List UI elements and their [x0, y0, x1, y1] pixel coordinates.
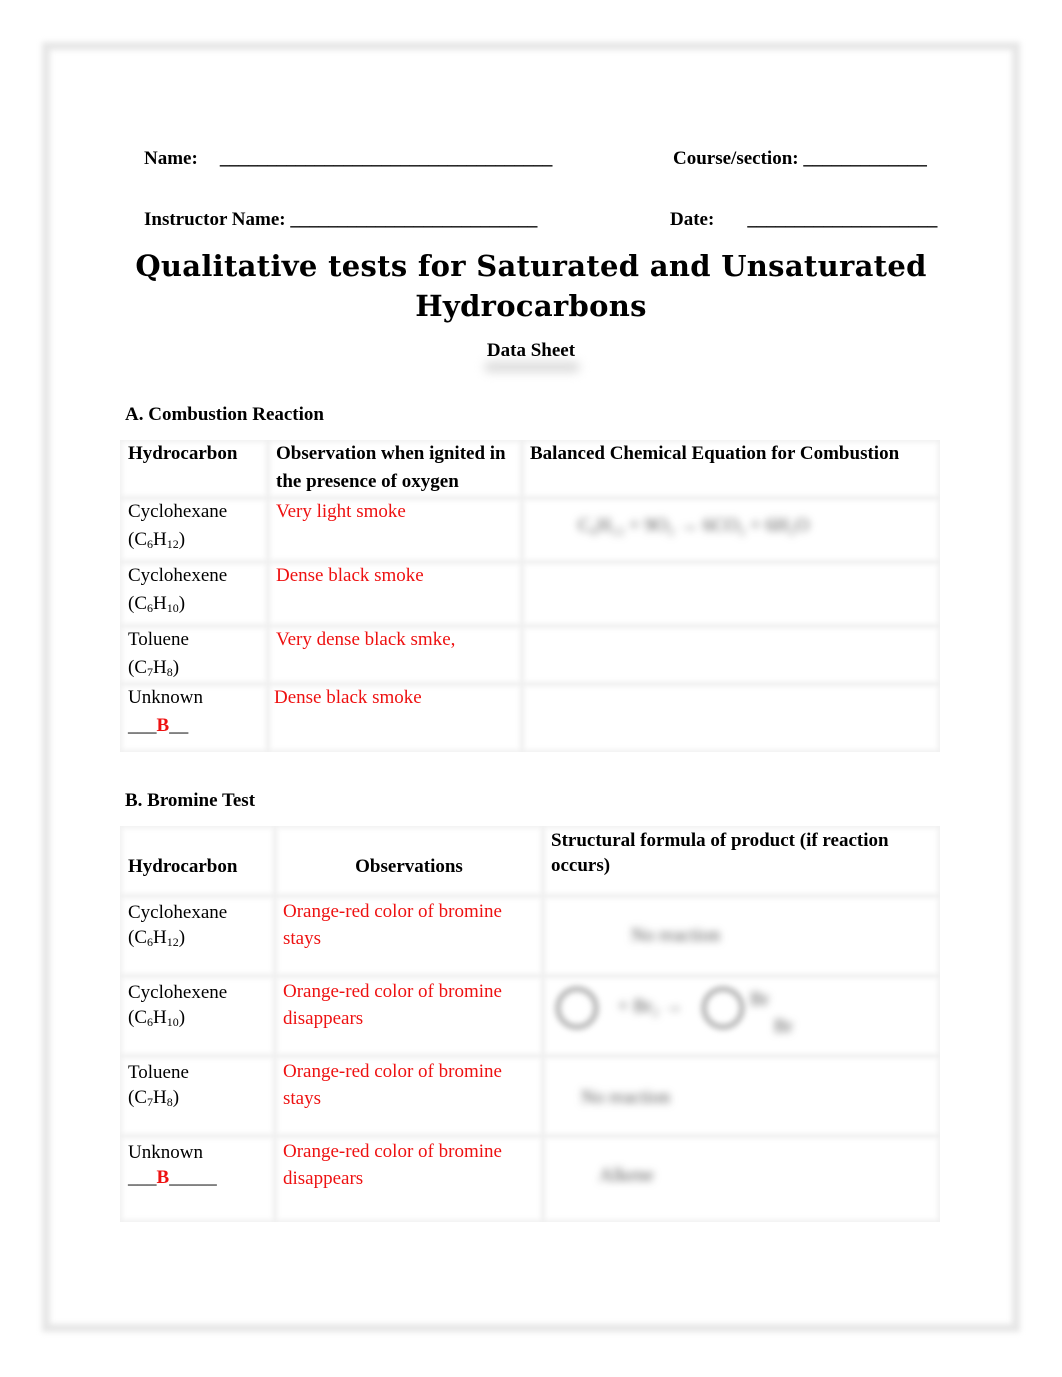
subtitle-shadow: [484, 362, 580, 372]
observation-cell[interactable]: Very dense black smke,: [268, 626, 522, 684]
hydrocarbon-name: Cyclohexene: [128, 565, 228, 586]
hydrocarbon-name: Cyclohexene: [128, 982, 228, 1003]
date-field[interactable]: Date: ____________________: [651, 187, 937, 253]
observation-cell[interactable]: Orange-red color of bromine disappears: [275, 976, 543, 1056]
equation-cell[interactable]: [522, 562, 940, 626]
observation-cell[interactable]: Orange-red color of bromine stays: [275, 1056, 543, 1136]
course-label: Course/section:: [673, 148, 799, 169]
column-header: Hydrocarbon: [120, 440, 268, 498]
product-cell[interactable]: No reaction: [543, 1056, 940, 1136]
course-field[interactable]: Course/section: _____________: [654, 126, 927, 192]
unknown-id: B: [156, 715, 170, 736]
column-header: Hydrocarbon: [120, 826, 275, 896]
instructor-field[interactable]: Instructor Name: _______________________…: [125, 187, 537, 253]
hydrocarbon-formula: (C7H8): [128, 1087, 180, 1109]
equation-cell[interactable]: [522, 684, 940, 752]
table-header-row: Hydrocarbon Observations Structural form…: [120, 826, 940, 896]
column-header: Balanced Chemical Equation for Combustio…: [522, 440, 940, 498]
table-row: Cyclohexane (C6H12) Very light smoke C₆H…: [120, 498, 940, 562]
equation-cell[interactable]: C₆H₁₂ + 9O₂ → 6CO₂ + 6H₂O: [522, 498, 940, 562]
hydrocarbon-formula: (C6H10): [128, 593, 186, 615]
bromine-table: Hydrocarbon Observations Structural form…: [120, 826, 940, 1222]
section-b-heading: B. Bromine Test: [125, 790, 256, 811]
observation-cell[interactable]: Dense black smoke: [268, 562, 522, 626]
course-blank[interactable]: _____________: [803, 148, 927, 169]
hydrocarbon-formula: (C6H12): [128, 529, 186, 551]
table-row: Cyclohexane (C6H12) Orange-red color of …: [120, 896, 940, 976]
hydrocarbon-formula: (C6H10): [128, 1007, 186, 1029]
name-label: Name:: [144, 148, 198, 169]
instructor-blank[interactable]: __________________________: [290, 209, 537, 230]
hydrocarbon-formula: (C6H12): [128, 927, 186, 949]
table-header-row: Hydrocarbon Observation when ignited in …: [120, 440, 940, 498]
table-row: Cyclohexene (C6H10) Dense black smoke: [120, 562, 940, 626]
blurred-product-text: Alkene: [599, 1165, 654, 1186]
unknown-id-line: ___B_____: [128, 1167, 217, 1188]
blurred-equation: C₆H₁₂ + 9O₂ → 6CO₂ + 6H₂O: [578, 515, 810, 536]
hydrocarbon-name: Toluene: [128, 1062, 189, 1083]
table-row: Cyclohexene (C6H10) Orange-red color of …: [120, 976, 940, 1056]
product-ring-icon: [701, 986, 746, 1030]
instructor-label: Instructor Name:: [144, 209, 286, 230]
product-cell[interactable]: No reaction: [543, 896, 940, 976]
data-sheet-page: Name: ___________________________________…: [0, 0, 1062, 1377]
blurred-product-text: No reaction: [581, 1087, 671, 1108]
observation-cell[interactable]: Dense black smoke: [268, 684, 522, 752]
product-cell[interactable]: Alkene: [543, 1136, 940, 1222]
title-line-2: Hydrocarbons: [415, 289, 647, 323]
observation-cell[interactable]: Very light smoke: [268, 498, 522, 562]
hydrocarbon-name: Unknown: [128, 1142, 203, 1163]
table-row: Unknown ___B__ Dense black smoke: [120, 684, 940, 752]
product-cell[interactable]: + Br₂ → Br Br: [543, 976, 940, 1056]
equation-cell[interactable]: [522, 626, 940, 684]
section-a-heading: A. Combustion Reaction: [125, 404, 324, 425]
column-header: Observations: [275, 826, 543, 896]
combustion-table: Hydrocarbon Observation when ignited in …: [120, 440, 940, 752]
unknown-id: B: [156, 1167, 170, 1188]
observation-cell[interactable]: Orange-red color of bromine stays: [275, 896, 543, 976]
hydrocarbon-name: Cyclohexane: [128, 902, 228, 923]
hydrocarbon-name: Unknown: [128, 687, 203, 708]
name-field[interactable]: Name: ___________________________________: [125, 126, 552, 192]
blurred-structure: + Br₂ → Br Br: [551, 976, 932, 1041]
hydrocarbon-formula: (C7H8): [128, 657, 180, 679]
date-blank[interactable]: ____________________: [747, 209, 937, 230]
title-line-1: Qualitative tests for Saturated and Unsa…: [135, 249, 927, 283]
hydrocarbon-name: Toluene: [128, 629, 189, 650]
unknown-id-line: ___B__: [128, 715, 189, 736]
table-row: Toluene (C7H8) Very dense black smke,: [120, 626, 940, 684]
subtitle: Data Sheet: [486, 340, 576, 361]
blurred-product-text: No reaction: [631, 925, 721, 946]
date-label: Date:: [670, 209, 715, 230]
column-header: Structural formula of product (if reacti…: [543, 826, 940, 896]
table-row: Toluene (C7H8) Orange-red color of bromi…: [120, 1056, 940, 1136]
observation-cell[interactable]: Orange-red color of bromine disappears: [275, 1136, 543, 1222]
page-title: Qualitative tests for Saturated and Unsa…: [0, 246, 1062, 326]
cyclohexene-ring-icon: [555, 986, 599, 1030]
name-blank[interactable]: ___________________________________: [220, 148, 553, 169]
column-header: Observation when ignited in the presence…: [268, 440, 522, 498]
table-row: Unknown ___B_____ Orange-red color of br…: [120, 1136, 940, 1222]
hydrocarbon-name: Cyclohexane: [128, 501, 228, 522]
